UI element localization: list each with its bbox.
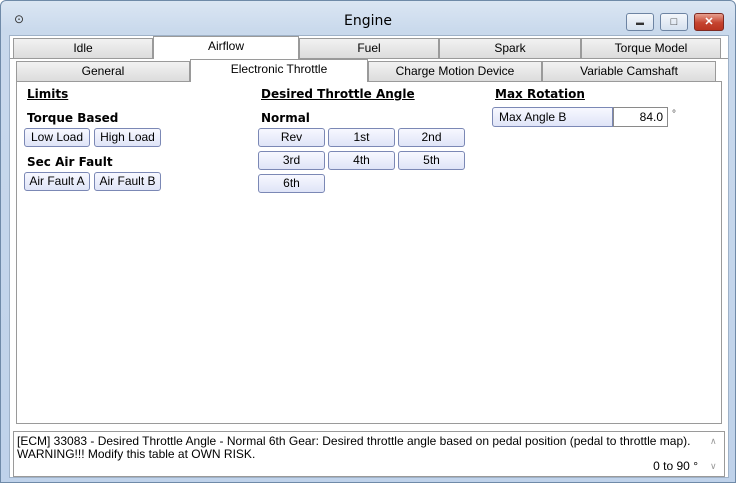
description-box: [ECM] 33083 - Desired Throttle Angle - N… bbox=[13, 431, 725, 477]
max-angle-b-value[interactable]: 84.0 bbox=[613, 107, 668, 127]
air-fault-a-button[interactable]: Air Fault A bbox=[24, 172, 90, 191]
desired-throttle-heading: Desired Throttle Angle bbox=[261, 87, 415, 101]
button-label: 2nd bbox=[421, 130, 442, 144]
title-bar[interactable]: ⊙ Engine ▬ □ ✕ bbox=[1, 1, 735, 33]
button-label: Air Fault A bbox=[29, 174, 85, 188]
button-label: Low Load bbox=[30, 130, 84, 144]
button-label: Air Fault B bbox=[99, 174, 156, 188]
tab-variable-camshaft[interactable]: Variable Camshaft bbox=[542, 61, 716, 81]
tab-label: Spark bbox=[494, 41, 526, 55]
gear-6th-button[interactable]: 6th bbox=[258, 174, 325, 193]
gear-2nd-button[interactable]: 2nd bbox=[398, 128, 465, 147]
gear-1st-button[interactable]: 1st bbox=[328, 128, 395, 147]
max-angle-b-unit: ° bbox=[672, 109, 676, 120]
button-label: 1st bbox=[353, 130, 370, 144]
description-scrollbar[interactable]: ∧ ∨ bbox=[706, 432, 724, 476]
button-label: 6th bbox=[283, 176, 300, 190]
top-tab-row: Idle Airflow Fuel Spark Torque Model bbox=[10, 36, 728, 59]
window-title: Engine bbox=[344, 13, 392, 29]
electronic-throttle-panel: Limits Torque Based Low Load High Load S… bbox=[16, 81, 722, 424]
button-label: Rev bbox=[280, 130, 303, 144]
gear-3rd-button[interactable]: 3rd bbox=[258, 151, 325, 170]
tab-label: Variable Camshaft bbox=[580, 64, 678, 78]
tab-idle[interactable]: Idle bbox=[13, 38, 153, 58]
tab-label: Fuel bbox=[357, 41, 381, 55]
gear-4th-button[interactable]: 4th bbox=[328, 151, 395, 170]
tab-label: Charge Motion Device bbox=[395, 64, 515, 78]
tab-label: Airflow bbox=[207, 39, 244, 53]
minimize-button[interactable]: ▬ bbox=[626, 13, 654, 31]
tab-label: General bbox=[81, 64, 125, 78]
tab-charge-motion-device[interactable]: Charge Motion Device bbox=[368, 61, 542, 81]
range-label: 0 to 90 ° bbox=[653, 459, 698, 473]
button-label: 4th bbox=[353, 153, 370, 167]
maximize-icon: □ bbox=[670, 16, 678, 28]
tab-torque-model[interactable]: Torque Model bbox=[581, 38, 721, 58]
air-fault-b-button[interactable]: Air Fault B bbox=[94, 172, 161, 191]
tab-electronic-throttle[interactable]: Electronic Throttle bbox=[190, 59, 368, 82]
high-load-button[interactable]: High Load bbox=[94, 128, 161, 147]
max-angle-b-label[interactable]: Max Angle B bbox=[492, 107, 613, 127]
low-load-button[interactable]: Low Load bbox=[24, 128, 90, 147]
client-area: Idle Airflow Fuel Spark Torque Model Gen… bbox=[9, 35, 729, 478]
sec-air-fault-heading: Sec Air Fault bbox=[27, 155, 113, 169]
normal-heading: Normal bbox=[261, 111, 310, 125]
tab-fuel[interactable]: Fuel bbox=[299, 38, 439, 58]
gear-5th-button[interactable]: 5th bbox=[398, 151, 465, 170]
close-icon: ✕ bbox=[704, 16, 714, 28]
gear-rev-button[interactable]: Rev bbox=[258, 128, 325, 147]
minimize-icon: ▬ bbox=[636, 18, 644, 27]
tab-spark[interactable]: Spark bbox=[439, 38, 581, 58]
tab-label: Electronic Throttle bbox=[230, 62, 328, 76]
scroll-up-icon[interactable]: ∧ bbox=[710, 435, 717, 448]
maximize-button[interactable]: □ bbox=[660, 13, 688, 31]
torque-based-heading: Torque Based bbox=[27, 111, 119, 125]
button-label: High Load bbox=[100, 130, 155, 144]
engine-window: ⊙ Engine ▬ □ ✕ Idle Airflow Fuel Spark T… bbox=[0, 0, 736, 483]
tab-label: Idle bbox=[73, 41, 93, 55]
button-label: 3rd bbox=[282, 153, 301, 167]
limits-heading: Limits bbox=[27, 87, 69, 101]
tab-label: Torque Model bbox=[614, 41, 688, 55]
tab-airflow[interactable]: Airflow bbox=[153, 36, 299, 59]
scroll-down-icon[interactable]: ∨ bbox=[710, 460, 717, 473]
close-button[interactable]: ✕ bbox=[694, 13, 724, 31]
tab-general[interactable]: General bbox=[16, 61, 190, 81]
max-rotation-heading: Max Rotation bbox=[495, 87, 585, 101]
description-text: [ECM] 33083 - Desired Throttle Angle - N… bbox=[17, 434, 691, 461]
sub-tab-row: General Electronic Throttle Charge Motio… bbox=[10, 59, 728, 82]
button-label: 5th bbox=[423, 153, 440, 167]
